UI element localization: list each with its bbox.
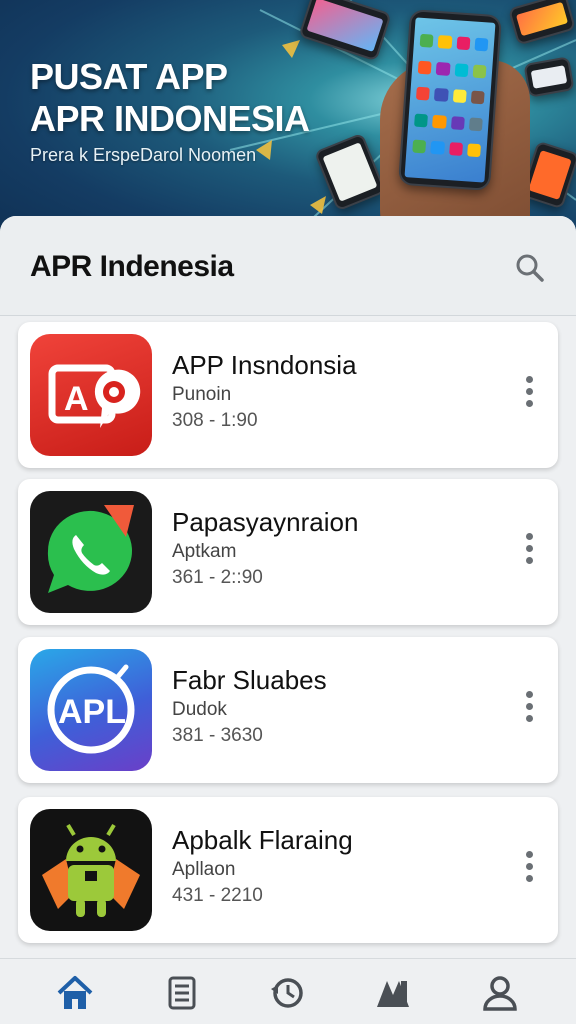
search-icon xyxy=(516,254,544,282)
app-name: APP Insndonsia xyxy=(172,350,357,380)
profile-icon xyxy=(483,976,517,1011)
red-map-pin-icon: A xyxy=(30,334,152,456)
more-options-button[interactable] xyxy=(518,687,540,727)
hero-title-line2: APR INDONESIA xyxy=(30,98,310,139)
bottom-navigation xyxy=(0,958,576,1024)
nav-profile[interactable] xyxy=(480,973,520,1013)
svg-text:A: A xyxy=(64,380,89,418)
home-icon xyxy=(57,976,93,1009)
list-item[interactable]: A APP Insndonsia Punoin 308 - 1:90 xyxy=(18,322,558,468)
nav-home[interactable] xyxy=(55,973,95,1013)
app-stat: 361 - 2::90 xyxy=(172,567,263,588)
history-icon xyxy=(271,978,303,1008)
app-category: Punoin xyxy=(172,384,232,405)
hero-title-line1: PUSAT APP xyxy=(30,56,228,97)
more-options-button[interactable] xyxy=(518,529,540,569)
list-item[interactable]: Papasyaynraion Aptkam 361 - 2::90 xyxy=(18,479,558,625)
nav-store[interactable] xyxy=(373,973,413,1013)
page-title: APR Indenesia xyxy=(30,250,234,283)
list-item[interactable]: APL Fabr Sluabes Dudok 381 - 3630 xyxy=(18,637,558,783)
hero-main-phone xyxy=(397,9,503,191)
more-options-button[interactable] xyxy=(518,372,540,412)
app-category: Apllaon xyxy=(172,859,236,880)
search-button[interactable] xyxy=(510,248,550,288)
hero-title: PUSAT APP APR INDONESIA xyxy=(30,56,310,140)
blue-apk-badge-icon: APL xyxy=(30,649,152,771)
app-name: Apbalk Flaraing xyxy=(172,825,353,855)
more-options-button[interactable] xyxy=(518,847,540,887)
green-phone-chat-icon xyxy=(30,491,152,613)
app-stat: 431 - 2210 xyxy=(172,885,263,906)
svg-text:APL: APL xyxy=(58,693,126,731)
app-stat: 308 - 1:90 xyxy=(172,410,258,431)
store-icon xyxy=(377,981,409,1007)
nav-list[interactable] xyxy=(162,973,202,1013)
hero-subtitle: Prera k ErspeDarol Noomen xyxy=(30,145,257,165)
app-category: Aptkam xyxy=(172,541,237,562)
app-category: Dudok xyxy=(172,699,227,720)
list-item[interactable]: Apbalk Flaraing Apllaon 431 - 2210 xyxy=(18,797,558,943)
app-name: Fabr Sluabes xyxy=(172,665,327,695)
list-icon xyxy=(168,976,196,1010)
hero-banner: PUSAT APP APR INDONESIA Prera k ErspeDar… xyxy=(0,0,576,250)
app-stat: 381 - 3630 xyxy=(172,725,263,746)
app-name: Papasyaynraion xyxy=(172,507,359,537)
nav-history[interactable] xyxy=(268,973,308,1013)
android-robot-icon xyxy=(30,809,152,931)
